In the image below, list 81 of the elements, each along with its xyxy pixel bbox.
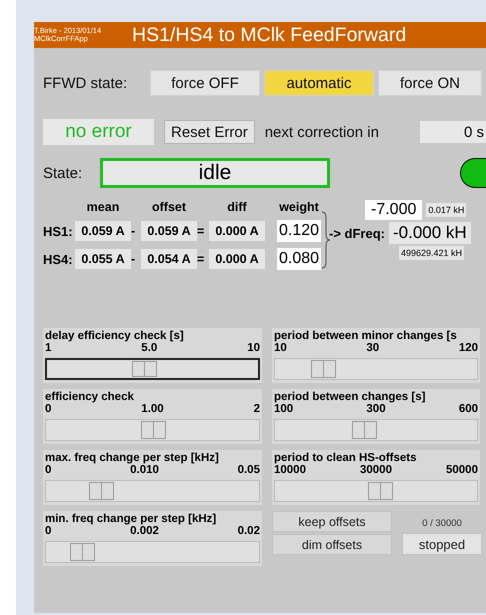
weight-field[interactable]: 0.080 (277, 248, 321, 270)
slider-label: max. freq change per step [kHz] (45, 452, 220, 464)
column-header: mean (86, 200, 120, 214)
mode-button[interactable]: force ON (378, 70, 482, 96)
slider-min: 0 (45, 403, 52, 416)
reset-error-button[interactable]: Reset Error (164, 120, 255, 144)
slider-thumb[interactable] (89, 482, 114, 500)
correction-input[interactable]: -7.000 (365, 200, 422, 220)
equals-sign: = (197, 252, 206, 266)
slider-value: 300 (366, 403, 386, 416)
minus-sign: - (131, 224, 136, 238)
slider-track[interactable] (274, 480, 478, 502)
slider-value: 1.00 (141, 403, 164, 416)
slider-max: 50000 (446, 464, 478, 477)
slider-min: 1 (45, 342, 52, 355)
slider-value: 30000 (360, 464, 392, 477)
slider-thumb[interactable] (140, 421, 166, 439)
row-label: HS1: (43, 224, 74, 238)
slider-thumb[interactable] (311, 360, 336, 378)
slider-max: 2 (254, 403, 260, 416)
ffwd-label: FFWD state: (43, 74, 128, 92)
slider-min: 10 (274, 342, 287, 355)
slider-min: 0 (45, 525, 52, 538)
run-button[interactable]: stopped (402, 533, 482, 555)
offsets-button[interactable]: dim offsets (272, 534, 392, 555)
total-frequency: 499629.421 kH (399, 246, 464, 260)
slider-track[interactable] (45, 419, 260, 441)
minus-sign: - (131, 252, 136, 266)
slider-track[interactable] (45, 541, 260, 563)
slider-max: 0.05 (238, 464, 260, 477)
slider-label: period between minor changes [s (274, 330, 458, 342)
progress-counter: 0 / 30000 (422, 518, 462, 529)
slider-value: 0.002 (130, 525, 159, 538)
slider-min: 10000 (274, 464, 306, 477)
slider-track[interactable] (45, 480, 260, 502)
slider-track[interactable] (274, 358, 478, 380)
offsets-button[interactable]: keep offsets (272, 511, 392, 532)
column-header: offset (150, 200, 188, 214)
column-header: weight (278, 200, 320, 214)
slider-min: 100 (274, 403, 294, 416)
slider-value: 5.0 (141, 342, 158, 355)
slider-min: 0 (45, 464, 52, 477)
state-label: State: (43, 164, 84, 182)
slider-max: 0.02 (238, 525, 260, 538)
slider-thumb[interactable] (70, 543, 96, 561)
mode-button[interactable]: automatic (264, 70, 374, 96)
mode-button[interactable]: force OFF (150, 70, 260, 96)
slider-track[interactable] (274, 419, 478, 441)
offset-cell: 0.054 A (141, 249, 197, 269)
slider-label: period to clean HS-offsets (274, 452, 418, 464)
offset-cell: 0.059 A (141, 221, 197, 241)
weight-field[interactable]: 0.120 (277, 220, 321, 242)
slider-label: delay efficiency check [s] (45, 330, 185, 342)
slider-value: 0.010 (130, 464, 159, 477)
mean-cell: 0.055 A (75, 249, 131, 269)
slider-thumb[interactable] (132, 361, 158, 377)
slider-value: 30 (366, 342, 380, 355)
slider-label: period between changes [s] (274, 391, 426, 403)
step-value: 0.017 kH (426, 203, 466, 217)
slider-max: 120 (458, 342, 478, 355)
brace-drawing (321, 210, 331, 270)
slider-label: min. freq change per step [kHz] (45, 513, 218, 525)
window-title: HS1/HS4 to MClk FeedForward (132, 24, 406, 46)
slider-thumb[interactable] (368, 482, 394, 500)
column-header: diff (226, 200, 248, 214)
dfreq-value: -0.000 kH (388, 222, 471, 244)
dfreq-label: -> dFreq: (329, 226, 385, 240)
state-field: idle (100, 158, 330, 188)
diff-cell: 0.000 A (209, 221, 265, 241)
slider-track[interactable] (45, 358, 260, 380)
diff-cell: 0.000 A (209, 249, 265, 269)
row-label: HS4: (43, 252, 74, 266)
equals-sign: = (197, 224, 206, 238)
mean-cell: 0.059 A (75, 221, 131, 241)
slider-max: 600 (458, 403, 478, 416)
slider-thumb[interactable] (352, 421, 377, 439)
slider-max: 10 (247, 342, 260, 355)
error-status: no error (43, 119, 154, 145)
next-correction-value: 0 s (420, 121, 486, 143)
slider-label: efficiency check (45, 391, 135, 403)
next-correction-label: next correction in (264, 124, 379, 140)
